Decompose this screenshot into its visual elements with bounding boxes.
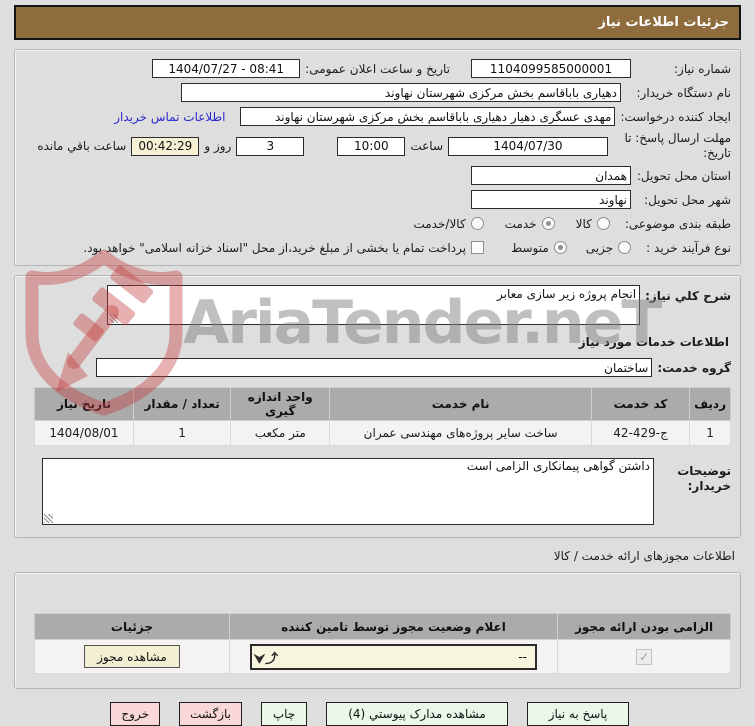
need-number-field[interactable]	[471, 59, 631, 78]
province-row: استان محل تحویل:	[24, 166, 731, 185]
cell-row-number: 1	[689, 420, 731, 446]
col-service-code: کد خدمت	[590, 387, 691, 421]
radio-medium[interactable]	[553, 241, 567, 254]
need-details-window: { "header": { "title": "جزئیات اطلاعات ن…	[0, 0, 755, 726]
cell-service-code: ج-429-42	[590, 420, 691, 446]
need-desc-field[interactable]: انجام پروژه زیر سازی معابر	[107, 285, 641, 325]
city-row: شهر محل تحویل:	[24, 190, 731, 209]
service-table-row: 1 ج-429-42 ساخت سایر پروژه‌های مهندسی عم…	[34, 420, 731, 446]
treasury-checkbox-label: پرداخت تمام یا بخشی از مبلغ خرید،از محل …	[83, 240, 467, 255]
need-number-row: شماره نیاز: تاریخ و ساعت اعلان عمومی:	[24, 59, 731, 78]
radio-goods-service-label: کالا/خدمت	[413, 216, 466, 231]
radio-minor[interactable]	[618, 241, 632, 254]
need-desc-label: شرح کلي نیاز:	[645, 289, 731, 303]
exit-button[interactable]: خروج	[110, 702, 160, 726]
services-table: ردیف کد خدمت نام خدمت واحد اندازه گیری ت…	[34, 387, 731, 446]
countdown-field[interactable]	[131, 136, 200, 156]
services-info-header: اطلاعات خدمات مورد نیاز	[578, 335, 729, 349]
need-number-label: شماره نیاز:	[674, 61, 731, 76]
respond-to-need-button[interactable]: پاسخ به نیاز	[527, 702, 629, 726]
days-remaining-field[interactable]	[236, 136, 305, 156]
buyer-notes-row: توضیحات خریدار: داشتن گواهی پیمانکاری ال…	[24, 458, 731, 525]
need-desc-row: شرح کلي نیاز: انجام پروژه زیر سازی معابر	[24, 285, 731, 325]
permits-table: الزامی بودن ارائه مجوز اعلام وضعیت مجوز …	[34, 613, 731, 674]
col-permit-required: الزامی بودن ارائه مجوز	[557, 613, 731, 640]
view-attached-docs-button[interactable]: مشاهده مدارک پیوستي (4)	[326, 702, 508, 726]
cell-service-name: ساخت سایر پروژه‌های مهندسی عمران	[329, 420, 592, 446]
col-permit-details: جزئیات	[34, 613, 230, 640]
cell-permit-details: مشاهده مجوز	[34, 639, 230, 674]
province-label: استان محل تحویل:	[636, 168, 731, 183]
province-field[interactable]	[471, 166, 631, 185]
permit-table-row: ✓ -- ⤴︎​⮟ مشاهده مجوز	[34, 639, 731, 674]
action-buttons-bar: پاسخ به نیاز مشاهده مدارک پیوستي (4) چاپ…	[14, 702, 629, 726]
page-title: جزئیات اطلاعات نیاز	[14, 5, 741, 40]
buyer-org-row: نام دستگاه خریدار:	[24, 83, 731, 102]
announce-datetime-field[interactable]	[152, 59, 301, 78]
deadline-row: مهلت ارسال پاسخ: تا تاریخ: ساعت روز و سا…	[24, 131, 731, 161]
radio-service-label: خدمت	[504, 216, 537, 231]
col-unit: واحد اندازه گیری	[230, 387, 331, 421]
general-info-section: شماره نیاز: تاریخ و ساعت اعلان عمومی: نا…	[14, 49, 741, 266]
creator-label: ایجاد کننده درخواست:	[620, 109, 731, 124]
radio-goods-label: کالا	[575, 216, 592, 231]
creator-row: ایجاد کننده درخواست: اطلاعات تماس خریدار	[24, 107, 731, 126]
print-button[interactable]: چاپ	[261, 702, 307, 726]
need-details-page: جزئیات اطلاعات نیاز شماره نیاز: تاریخ و …	[0, 0, 755, 726]
creator-field[interactable]	[240, 107, 616, 126]
col-permit-status: اعلام وضعیت مجوز توسط تامین کننده	[228, 613, 559, 640]
radio-minor-label: جزیی	[585, 240, 614, 255]
treasury-checkbox[interactable]	[471, 241, 485, 254]
cell-permit-status: -- ⤴︎​⮟	[228, 639, 559, 674]
cell-permit-required: ✓	[557, 639, 731, 674]
deadline-label: مهلت ارسال پاسخ: تا تاریخ:	[624, 131, 731, 160]
radio-medium-label: متوسط	[511, 240, 549, 255]
services-table-header-row: ردیف کد خدمت نام خدمت واحد اندازه گیری ت…	[34, 387, 731, 421]
radio-goods[interactable]	[596, 217, 610, 230]
announce-datetime-label: تاریخ و ساعت اعلان عمومی:	[305, 61, 450, 76]
radio-service[interactable]	[541, 217, 555, 230]
category-label: طبقه بندی موضوعی:	[624, 216, 731, 231]
city-field[interactable]	[471, 190, 631, 209]
cell-quantity: 1	[132, 420, 232, 446]
deadline-hour-label: ساعت	[410, 139, 443, 153]
permits-section-label: اطلاعات مجوزهای ارائه خدمت / کالا	[553, 549, 735, 563]
buyer-notes-label: توضیحات خریدار:	[677, 464, 731, 493]
cell-unit: متر مکعب	[230, 420, 331, 446]
radio-goods-service[interactable]	[470, 217, 484, 230]
buyer-org-label: نام دستگاه خریدار:	[636, 85, 732, 100]
col-service-name: نام خدمت	[329, 387, 592, 421]
deadline-time-field[interactable]	[337, 136, 406, 156]
back-button[interactable]: بازگشت	[179, 702, 242, 726]
deadline-date-field[interactable]	[448, 136, 608, 156]
city-label: شهر محل تحویل:	[644, 192, 731, 207]
category-row: طبقه بندی موضوعی: کالا خدمت کالا/خدمت	[24, 214, 731, 233]
view-permit-button[interactable]: مشاهده مجوز	[83, 645, 180, 668]
process-type-label: نوع فرآیند خرید :	[646, 240, 731, 255]
service-group-row: گروه خدمت:	[24, 358, 731, 377]
buyer-contact-link[interactable]: اطلاعات تماس خریدار	[114, 110, 225, 124]
col-row-number: ردیف	[689, 387, 731, 421]
permit-required-checkbox: ✓	[636, 648, 653, 665]
hours-remaining-label: ساعت باقي مانده	[37, 139, 127, 153]
buyer-org-field[interactable]	[181, 83, 621, 102]
service-group-field[interactable]	[96, 358, 653, 377]
days-label: روز و	[204, 139, 232, 153]
service-group-label: گروه خدمت:	[657, 360, 731, 375]
permits-table-header-row: الزامی بودن ارائه مجوز اعلام وضعیت مجوز …	[34, 613, 731, 640]
process-type-row: نوع فرآیند خرید : جزیی متوسط پرداخت تمام…	[24, 238, 731, 257]
col-need-date: تاریخ نیاز	[34, 387, 134, 421]
cell-need-date: 1404/08/01	[34, 420, 134, 446]
permit-status-select[interactable]: --	[249, 643, 537, 670]
services-section: شرح کلي نیاز: انجام پروژه زیر سازی معابر…	[14, 275, 741, 538]
col-quantity: تعداد / مقدار	[132, 387, 232, 421]
buyer-notes-field[interactable]: داشتن گواهی پیمانکاری الزامی است	[42, 458, 654, 525]
permits-section: الزامی بودن ارائه مجوز اعلام وضعیت مجوز …	[14, 572, 741, 689]
